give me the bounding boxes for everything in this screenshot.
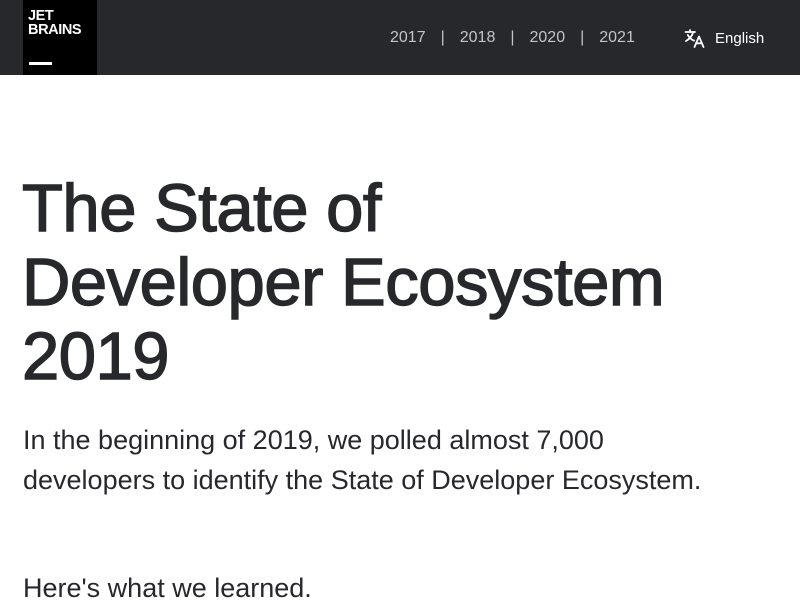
logo-underline bbox=[29, 62, 52, 65]
learned-paragraph: Here's what we learned. bbox=[23, 573, 312, 603]
translate-icon bbox=[684, 28, 706, 48]
language-label: English bbox=[715, 29, 765, 47]
jetbrains-logo[interactable]: JET BRAINS bbox=[23, 0, 97, 75]
page-title: The State of Developer Ecosystem 2019 bbox=[21, 171, 792, 394]
year-separator: | bbox=[510, 29, 515, 46]
year-link-2020[interactable]: 2020 bbox=[530, 29, 566, 47]
page-title-line-1: The State of bbox=[21, 171, 382, 246]
year-navigation: 2017 | 2018 | 2020 | 2021 bbox=[390, 28, 635, 48]
year-separator: | bbox=[580, 29, 585, 46]
year-link-2021[interactable]: 2021 bbox=[599, 29, 635, 47]
top-navigation-bar: JET BRAINS 2017 | 2018 | 2020 | 2021 Eng… bbox=[0, 0, 800, 75]
year-link-2018[interactable]: 2018 bbox=[460, 29, 496, 47]
language-selector[interactable]: English bbox=[684, 28, 764, 48]
intro-paragraph: In the beginning of 2019, we polled almo… bbox=[23, 425, 702, 495]
year-separator: | bbox=[440, 29, 445, 46]
page-title-line-3: 2019 bbox=[21, 319, 170, 394]
logo-text-line-2: BRAINS bbox=[28, 22, 82, 38]
page-title-line-2: Developer Ecosystem bbox=[21, 245, 665, 320]
year-link-2017[interactable]: 2017 bbox=[390, 29, 426, 47]
